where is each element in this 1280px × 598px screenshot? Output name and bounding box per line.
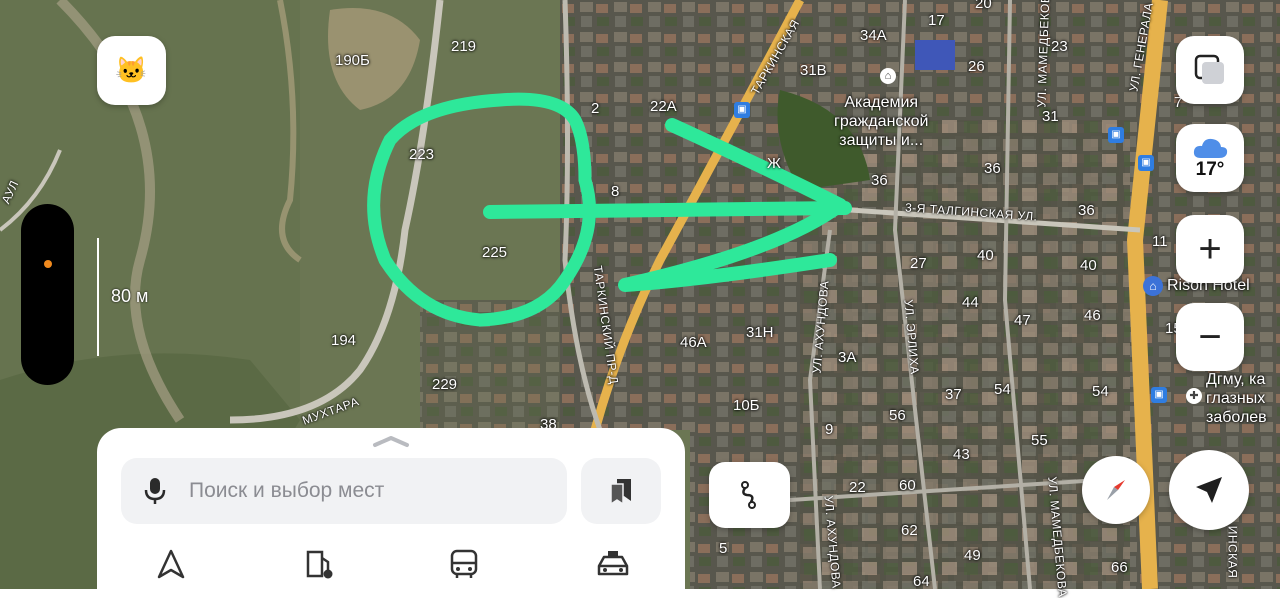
fuel-icon	[306, 550, 333, 579]
clinic-icon: ✚	[1186, 388, 1202, 404]
house-number: 55	[1031, 432, 1048, 449]
my-location-button[interactable]	[1169, 450, 1249, 530]
sheet-handle-icon[interactable]	[371, 434, 411, 448]
layers-button[interactable]	[1176, 36, 1244, 104]
house-number: 22А	[650, 98, 677, 115]
house-number: 60	[899, 477, 916, 494]
house-number: 40	[1080, 257, 1097, 274]
house-number: 17	[928, 12, 945, 29]
street-label: ИНСКАЯ	[1225, 525, 1240, 579]
hotel-icon: ⌂	[1143, 276, 1163, 296]
house-number: 10Б	[733, 397, 760, 414]
minus-icon: −	[1198, 314, 1222, 359]
house-number: 219	[451, 38, 477, 55]
poi-academy-label[interactable]: Академия гражданской защиты и...	[834, 93, 928, 150]
profile-cat-button[interactable]: 🐱	[97, 36, 166, 105]
house-number: 37	[945, 386, 962, 403]
bottom-sheet[interactable]	[97, 428, 685, 598]
house-number: 23	[1051, 38, 1068, 55]
house-number: 31Н	[746, 324, 774, 341]
bus-stop-icon[interactable]: ▣	[734, 102, 750, 118]
house-number: 229	[432, 376, 458, 393]
house-number: 36	[871, 172, 888, 189]
house-number: 64	[913, 573, 930, 590]
bus-icon	[450, 549, 478, 578]
house-number: 66	[1111, 559, 1128, 576]
zoom-out-button[interactable]: −	[1176, 303, 1244, 371]
house-number: 47	[1014, 312, 1031, 329]
tab-public-transport[interactable]	[444, 548, 484, 584]
house-number: 5	[719, 540, 728, 557]
zoom-slider[interactable]	[21, 204, 74, 385]
tab-car-navigation[interactable]	[151, 548, 191, 584]
search-input[interactable]	[187, 478, 551, 504]
house-number: 34А	[860, 27, 887, 44]
house-number: 194	[331, 332, 357, 349]
house-number: 27	[910, 255, 927, 272]
microphone-icon[interactable]	[143, 476, 167, 506]
house-number: 9	[825, 421, 834, 438]
tab-taxi[interactable]	[593, 548, 633, 584]
house-number: 11	[1152, 233, 1168, 250]
house-number: 190Б	[335, 52, 370, 69]
house-number: 26	[968, 58, 985, 75]
house-number: 62	[901, 522, 918, 539]
house-number: 31В	[800, 62, 827, 79]
bus-stop-icon[interactable]: ▣	[1151, 387, 1167, 403]
route-button[interactable]	[709, 462, 790, 528]
bookmarks-icon	[610, 479, 631, 506]
house-number: 44	[962, 294, 979, 311]
house-number: 46А	[680, 334, 707, 351]
house-number: 46	[1084, 307, 1101, 324]
school-icon: ⌂	[880, 68, 896, 84]
house-number: 56	[889, 407, 906, 424]
house-number: 8	[611, 183, 620, 200]
house-number: 2	[591, 100, 600, 117]
house-number: 223	[409, 146, 435, 163]
bookmarks-button[interactable]	[581, 458, 661, 524]
compass-icon	[1107, 480, 1125, 500]
house-number: 40	[977, 247, 994, 264]
weather-widget[interactable]: 17°	[1176, 124, 1244, 192]
house-number: 36	[1078, 202, 1095, 219]
car-route-icon	[157, 549, 185, 579]
layers-icon	[1194, 54, 1224, 84]
house-number: 3А	[838, 349, 857, 366]
taxi-icon	[597, 551, 629, 576]
house-number: 20	[975, 0, 992, 12]
house-number: 54	[994, 381, 1011, 398]
compass-button[interactable]	[1082, 456, 1150, 524]
bus-stop-icon[interactable]: ▣	[1108, 127, 1124, 143]
house-number: 43	[953, 446, 970, 463]
cloud-icon	[1193, 138, 1228, 158]
cat-face-icon: 🐱	[115, 55, 148, 85]
house-number: 49	[964, 547, 981, 564]
scale-bar	[97, 238, 99, 356]
tab-fuel[interactable]	[299, 548, 339, 584]
house-number: 54	[1092, 383, 1109, 400]
house-number: Ж	[767, 155, 781, 172]
bus-stop-icon[interactable]: ▣	[1138, 155, 1154, 171]
house-number: 22	[849, 479, 866, 496]
poi-clinic-label[interactable]: Дгму, ка глазных заболев	[1206, 370, 1267, 427]
navigation-arrow-icon	[1196, 477, 1222, 503]
plus-icon: +	[1198, 226, 1222, 271]
scale-label: 80 м	[111, 286, 149, 306]
weather-temperature: 17°	[1195, 159, 1225, 180]
house-number: 31	[1042, 108, 1059, 125]
house-number: 225	[482, 244, 508, 261]
route-icon	[740, 481, 756, 509]
house-number: 36	[984, 160, 1001, 177]
zoom-in-button[interactable]: +	[1176, 215, 1244, 283]
search-box[interactable]	[121, 458, 567, 524]
zoom-slider-indicator	[44, 260, 52, 268]
